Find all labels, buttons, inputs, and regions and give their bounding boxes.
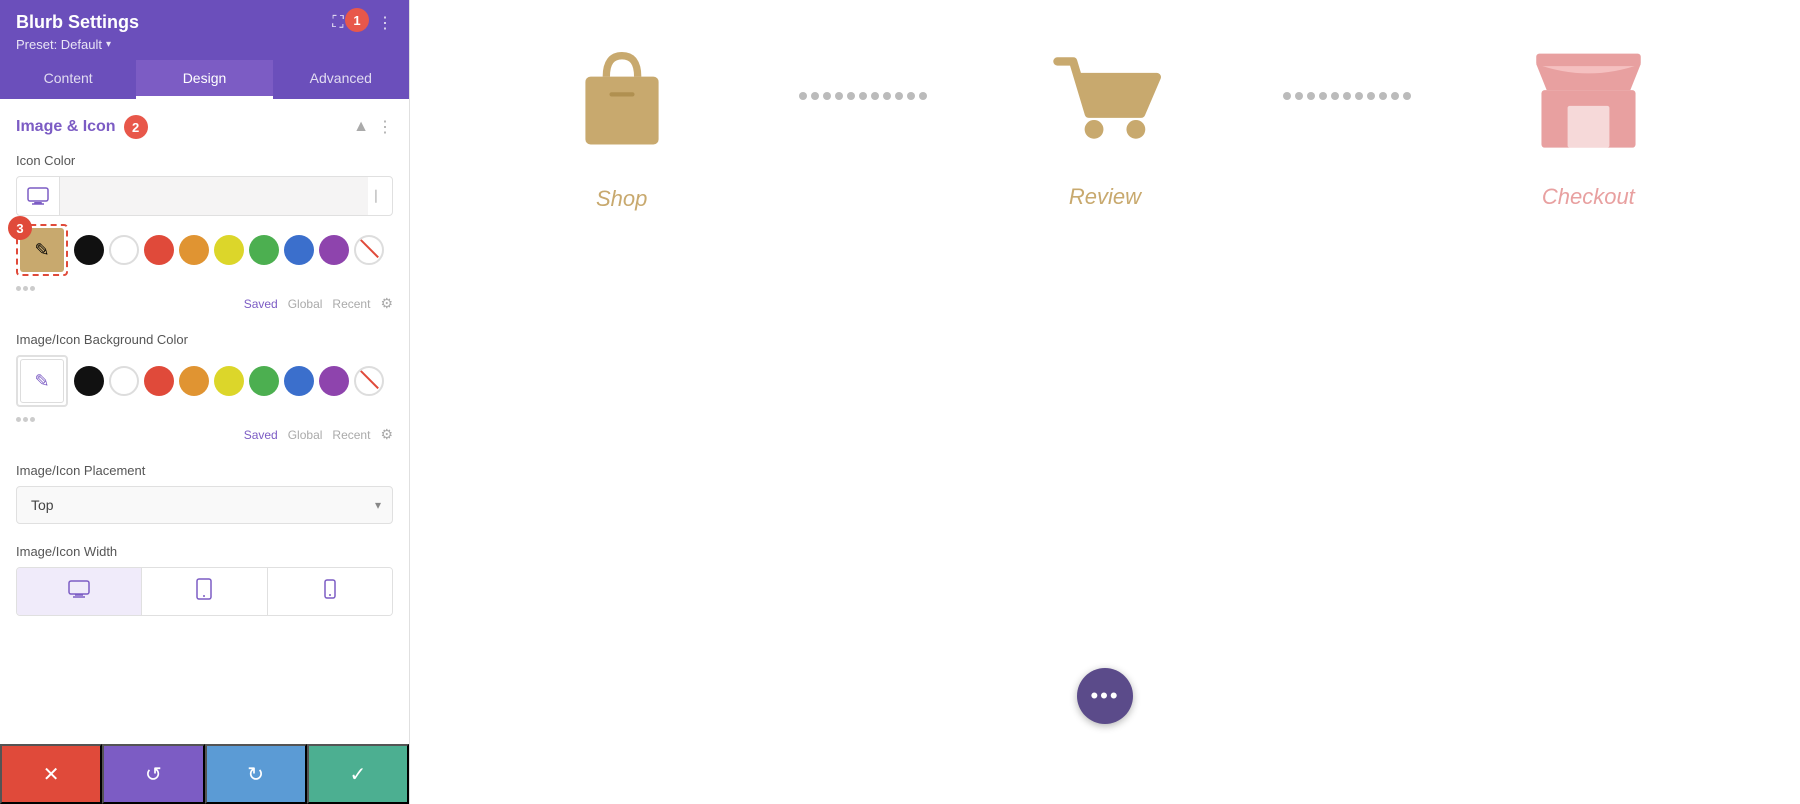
section-actions: ▲ ⋮: [353, 117, 393, 137]
fullscreen-icon[interactable]: ⛶: [332, 14, 343, 32]
badge-1: 1: [345, 8, 369, 32]
icon-color-input[interactable]: [60, 177, 368, 215]
review-label: Review: [1069, 184, 1141, 210]
shop-icon: [567, 40, 677, 155]
bg-swatch-black[interactable]: [74, 366, 104, 396]
preview-item-shop: Shop: [470, 40, 773, 212]
placement-label: Image/Icon Placement: [16, 463, 393, 478]
swatch-orange[interactable]: [179, 235, 209, 265]
section-title: Image & Icon 2: [16, 115, 148, 139]
saved-label[interactable]: Saved: [244, 297, 278, 311]
more-icon[interactable]: ⋮: [377, 13, 393, 33]
badge-2: 2: [124, 115, 148, 139]
swatch-black[interactable]: [74, 235, 104, 265]
preview-icons-row: Shop Review: [410, 40, 1800, 212]
width-label: Image/Icon Width: [16, 544, 393, 559]
swatch-yellow[interactable]: [214, 235, 244, 265]
review-icon: [1047, 43, 1162, 153]
panel-header: Blurb Settings ⛶ ⊞ ⋮ 1 Preset: Default ▾: [0, 0, 409, 60]
bg-global-label[interactable]: Global: [288, 428, 323, 442]
preview-item-review: Review: [953, 43, 1256, 210]
bg-swatches-row: [74, 366, 384, 396]
saved-row: Saved Global Recent ⚙: [16, 295, 393, 312]
collapse-icon[interactable]: ▲: [353, 118, 369, 136]
bg-dots-row: [16, 417, 393, 422]
bottom-bar: ✕ ↺ ↻ ✓: [0, 744, 409, 804]
dots-separator-2: [1257, 92, 1437, 100]
preset-label: Preset: Default: [16, 37, 102, 52]
recent-label[interactable]: Recent: [332, 297, 370, 311]
redo-button[interactable]: ↻: [205, 744, 307, 804]
width-toggle: [16, 567, 393, 616]
icon-color-swatches: ✎ 3: [16, 224, 393, 312]
image-icon-section-header: Image & Icon 2 ▲ ⋮: [16, 115, 393, 139]
swatch-blue[interactable]: [284, 235, 314, 265]
panel-body: Image & Icon 2 ▲ ⋮ Icon Color ▏: [0, 99, 409, 744]
swatch-none[interactable]: [354, 235, 384, 265]
width-field: Image/Icon Width: [16, 544, 393, 616]
bg-swatch-red[interactable]: [144, 366, 174, 396]
swatch-purple[interactable]: [319, 235, 349, 265]
dots-row: [16, 286, 393, 291]
color-settings-icon[interactable]: ⚙: [380, 295, 393, 312]
preset-row: Preset: Default ▾: [16, 33, 393, 60]
placement-select-wrapper: Top Left Right Bottom ▾: [16, 486, 393, 524]
bg-color-section: Image/Icon Background Color ✎: [16, 332, 393, 443]
section-more-icon[interactable]: ⋮: [377, 117, 393, 137]
swatch-white[interactable]: [109, 235, 139, 265]
checkout-icon-container: [1531, 43, 1646, 158]
bg-settings-icon[interactable]: ⚙: [380, 426, 393, 443]
width-phone-btn[interactable]: [267, 568, 392, 615]
tabs-row: Content Design Advanced: [0, 60, 409, 99]
bg-color-label: Image/Icon Background Color: [16, 332, 393, 347]
global-label[interactable]: Global: [288, 297, 323, 311]
save-button[interactable]: ✓: [307, 744, 409, 804]
bg-swatch-purple[interactable]: [319, 366, 349, 396]
panel-title: Blurb Settings: [16, 12, 139, 33]
swatches-row: [74, 235, 384, 265]
bg-swatch-yellow[interactable]: [214, 366, 244, 396]
fab-button[interactable]: •••: [1077, 668, 1133, 724]
checkout-icon: [1531, 43, 1646, 153]
icon-color-display[interactable]: ▏: [16, 176, 393, 216]
active-swatch-row: ✎ 3: [16, 224, 393, 276]
shop-icon-container: [567, 40, 677, 160]
bg-swatch-green[interactable]: [249, 366, 279, 396]
tab-advanced[interactable]: Advanced: [273, 60, 409, 99]
width-desktop-btn[interactable]: [17, 568, 141, 615]
preset-arrow[interactable]: ▾: [106, 39, 111, 50]
settings-panel: Blurb Settings ⛶ ⊞ ⋮ 1 Preset: Default ▾…: [0, 0, 410, 804]
bg-swatch-orange[interactable]: [179, 366, 209, 396]
bg-recent-label[interactable]: Recent: [332, 428, 370, 442]
tab-content[interactable]: Content: [0, 60, 136, 99]
bg-saved-label[interactable]: Saved: [244, 428, 278, 442]
icon-color-section: Icon Color ▏ ✎: [16, 153, 393, 312]
preview-item-checkout: Checkout: [1437, 43, 1740, 210]
bg-active-swatch[interactable]: ✎: [16, 355, 68, 407]
bg-swatch-none[interactable]: [354, 366, 384, 396]
placement-field: Image/Icon Placement Top Left Right Bott…: [16, 463, 393, 524]
width-tablet-btn[interactable]: [141, 568, 266, 615]
bg-swatch-white[interactable]: [109, 366, 139, 396]
bg-active-swatch-row: ✎: [16, 355, 393, 407]
cancel-button[interactable]: ✕: [0, 744, 102, 804]
swatch-green[interactable]: [249, 235, 279, 265]
placement-select[interactable]: Top Left Right Bottom: [16, 486, 393, 524]
preview-area: Shop Review: [410, 0, 1800, 804]
bg-swatch-blue[interactable]: [284, 366, 314, 396]
bg-color-swatches: ✎: [16, 355, 393, 443]
checkout-label: Checkout: [1542, 184, 1635, 210]
bg-saved-row: Saved Global Recent ⚙: [16, 426, 393, 443]
undo-button[interactable]: ↺: [102, 744, 204, 804]
swatch-red[interactable]: [144, 235, 174, 265]
icon-color-label: Icon Color: [16, 153, 393, 168]
tab-design[interactable]: Design: [136, 60, 272, 99]
monitor-icon: [17, 177, 60, 215]
shop-label: Shop: [596, 186, 647, 212]
cursor-indicator: ▏: [368, 190, 392, 203]
review-icon-container: [1047, 43, 1162, 158]
fab-dots-icon: •••: [1090, 683, 1119, 709]
dots-separator-1: [773, 92, 953, 100]
badge-3: 3: [8, 216, 32, 240]
